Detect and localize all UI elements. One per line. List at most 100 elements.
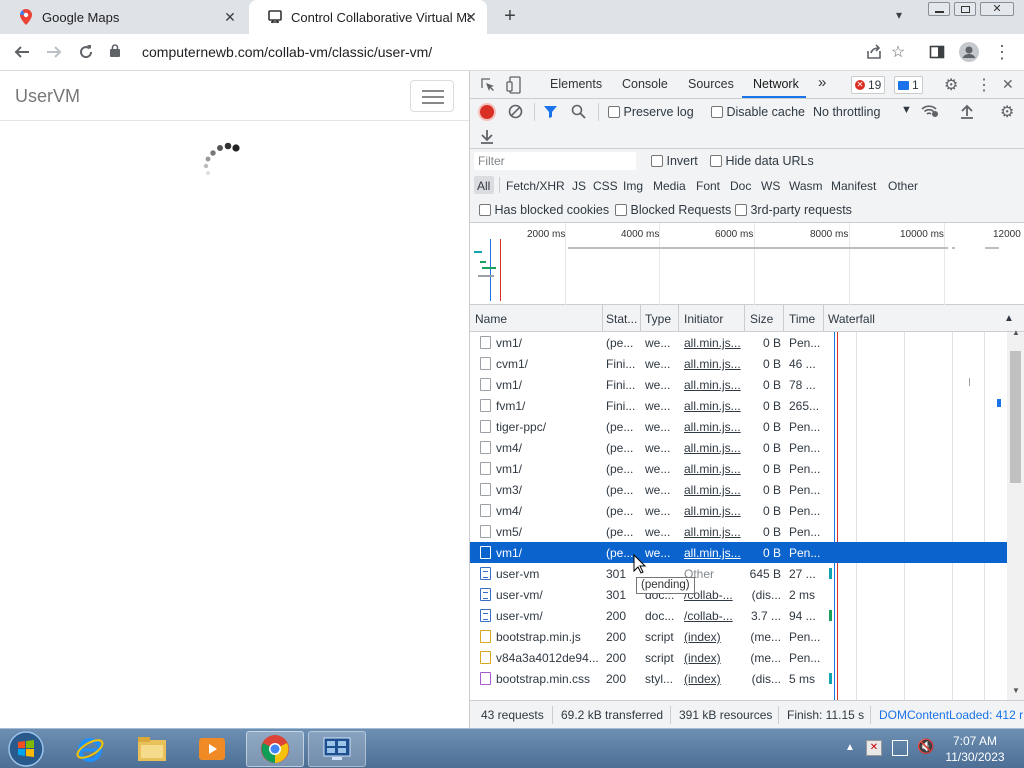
column-divider[interactable] (602, 305, 603, 331)
minimize-button[interactable] (928, 2, 950, 16)
third-party-requests-checkbox[interactable]: 3rd-party requests (735, 203, 852, 217)
type-filter-img[interactable]: Img (623, 179, 643, 193)
cell-initiator[interactable]: all.min.js... (684, 462, 742, 476)
request-row[interactable]: vm5/ (pe... we... all.min.js... 0 B Pen... (470, 521, 1007, 542)
request-row[interactable]: vm4/ (pe... we... all.min.js... 0 B Pen... (470, 500, 1007, 521)
type-filter-font[interactable]: Font (696, 179, 720, 193)
checkbox-box[interactable] (479, 204, 491, 216)
tab-console[interactable]: Console (622, 77, 668, 91)
brand-title[interactable]: UserVM (15, 86, 80, 107)
request-row[interactable]: bootstrap.min.js 200 script (index) (me... Pe… (470, 626, 1007, 647)
checkbox-box[interactable] (735, 204, 747, 216)
cell-initiator[interactable]: all.min.js... (684, 525, 742, 539)
cell-initiator[interactable]: all.min.js... (684, 441, 742, 455)
network-settings-gear-icon[interactable]: ⚙ (1000, 102, 1014, 122)
side-panel-icon[interactable] (925, 40, 949, 64)
close-icon[interactable]: ✕ (463, 9, 479, 25)
request-row[interactable]: vm1/(pe... we... all.min.js... 0 B Pen... (470, 332, 1007, 353)
column-divider[interactable] (678, 305, 679, 331)
media-player-icon[interactable] (184, 731, 240, 767)
checkbox-box[interactable] (608, 106, 620, 118)
column-status[interactable]: Stat... (606, 312, 637, 326)
type-filter-other[interactable]: Other (888, 179, 918, 193)
start-button[interactable] (0, 731, 52, 767)
column-time[interactable]: Time (789, 312, 815, 326)
cell-initiator[interactable]: all.min.js... (684, 336, 742, 350)
throttling-select[interactable]: No throttling ▼ (813, 104, 912, 119)
scrollbar-thumb[interactable] (1010, 351, 1021, 483)
cell-initiator[interactable]: all.min.js... (684, 378, 742, 392)
column-divider[interactable] (823, 305, 824, 331)
scroll-down-icon[interactable]: ▼ (1012, 686, 1020, 695)
device-toolbar-icon[interactable] (506, 76, 522, 97)
network-tray-icon[interactable] (892, 740, 908, 756)
inspect-element-icon[interactable] (480, 77, 496, 96)
blocked-requests-checkbox[interactable]: Blocked Requests (615, 203, 731, 217)
profile-avatar-icon[interactable] (957, 40, 981, 64)
address-bar[interactable]: computernewb.com/collab-vm/classic/user-… (110, 38, 910, 66)
bookmark-star-icon[interactable]: ☆ (886, 40, 910, 64)
preserve-log-checkbox[interactable]: Preserve log (608, 105, 694, 119)
type-filter-manifest[interactable]: Manifest (831, 179, 876, 193)
column-divider[interactable] (783, 305, 784, 331)
back-icon[interactable] (10, 40, 34, 64)
request-row[interactable]: vm1/Fini... we... all.min.js... 0 B 78 ... (470, 374, 1007, 395)
internet-explorer-icon[interactable] (62, 731, 118, 767)
request-row[interactable]: vm1/(pe... we... all.min.js... 0 B Pen... (470, 458, 1007, 479)
show-hidden-icons-button[interactable]: ▲ (845, 742, 855, 753)
column-name[interactable]: Name (475, 312, 507, 326)
scroll-up-icon[interactable]: ▲ (1012, 328, 1020, 337)
checkbox-box[interactable] (615, 204, 627, 216)
network-conditions-icon[interactable] (921, 103, 939, 122)
request-row[interactable]: vm4/ (pe... we... all.min.js... 0 B Pen... (470, 437, 1007, 458)
request-row[interactable]: user-vm 301 Other 645 B 27 ... (470, 563, 1007, 584)
filter-input[interactable]: Filter (474, 152, 636, 170)
hide-data-urls-checkbox[interactable]: Hide data URLs (710, 154, 814, 168)
sort-ascending-icon[interactable]: ▲ (1004, 313, 1014, 324)
column-divider[interactable] (744, 305, 745, 331)
tab-sources[interactable]: Sources (688, 77, 734, 91)
import-har-icon[interactable] (960, 103, 974, 122)
clear-icon[interactable] (508, 104, 523, 122)
request-row[interactable]: user-vm/301 doc.../collab-... (dis... 2 ms (470, 584, 1007, 605)
type-filter-ws[interactable]: WS (761, 179, 780, 193)
cell-initiator[interactable]: all.min.js... (684, 504, 742, 518)
request-row[interactable]: bootstrap.min.css 200 styl... (index) (dis..… (470, 668, 1007, 689)
has-blocked-cookies-checkbox[interactable]: Has blocked cookies (479, 203, 609, 217)
cell-initiator[interactable]: (index) (684, 672, 742, 686)
action-center-flag-icon[interactable]: ✕ (866, 740, 882, 756)
new-tab-icon[interactable]: + (500, 6, 520, 27)
message-count-badge[interactable]: 1 (894, 76, 923, 94)
cell-initiator[interactable]: /collab-... (684, 609, 742, 623)
request-row[interactable]: cvm1/Fini... we... all.min.js... 0 B 46 ... (470, 353, 1007, 374)
forward-icon[interactable] (42, 40, 66, 64)
more-tabs-button[interactable]: » (818, 74, 826, 91)
cell-initiator[interactable]: all.min.js... (684, 420, 742, 434)
type-filter-all[interactable]: All (477, 179, 490, 193)
close-devtools-icon[interactable]: ✕ (1002, 76, 1014, 93)
restore-button[interactable] (954, 2, 976, 16)
invert-checkbox[interactable]: Invert (651, 154, 698, 168)
share-icon[interactable] (862, 40, 886, 64)
column-divider[interactable] (640, 305, 641, 331)
cell-initiator[interactable]: (index) (684, 651, 742, 665)
tab-search-icon[interactable]: ▾ (896, 8, 902, 22)
volume-muted-icon[interactable]: 🔇 (917, 738, 934, 755)
system-clock[interactable]: 7:07 AM 11/30/2023 (935, 733, 1015, 765)
cell-initiator[interactable]: all.min.js... (684, 357, 742, 371)
record-icon[interactable] (480, 105, 494, 119)
settings-gear-icon[interactable]: ⚙ (944, 75, 958, 95)
column-type[interactable]: Type (645, 312, 671, 326)
type-filter-media[interactable]: Media (653, 179, 686, 193)
cell-initiator[interactable]: (index) (684, 630, 742, 644)
request-row[interactable]: tiger-ppc/ (pe... we... all.min.js... 0 B Pen… (470, 416, 1007, 437)
type-filter-wasm[interactable]: Wasm (789, 179, 823, 193)
disable-cache-checkbox[interactable]: Disable cache (711, 105, 805, 119)
close-icon[interactable]: ✕ (222, 9, 238, 25)
remote-desktop-icon[interactable] (308, 731, 366, 767)
hamburger-menu-button[interactable] (410, 80, 454, 112)
request-row[interactable]: user-vm/200 doc... /collab-... 3.7 ... 94 ..… (470, 605, 1007, 626)
type-filter-js[interactable]: JS (572, 179, 586, 193)
checkbox-box[interactable] (711, 106, 723, 118)
request-row[interactable]: vm1/(pe... we... all.min.js... 0 B Pen... (470, 542, 1007, 563)
